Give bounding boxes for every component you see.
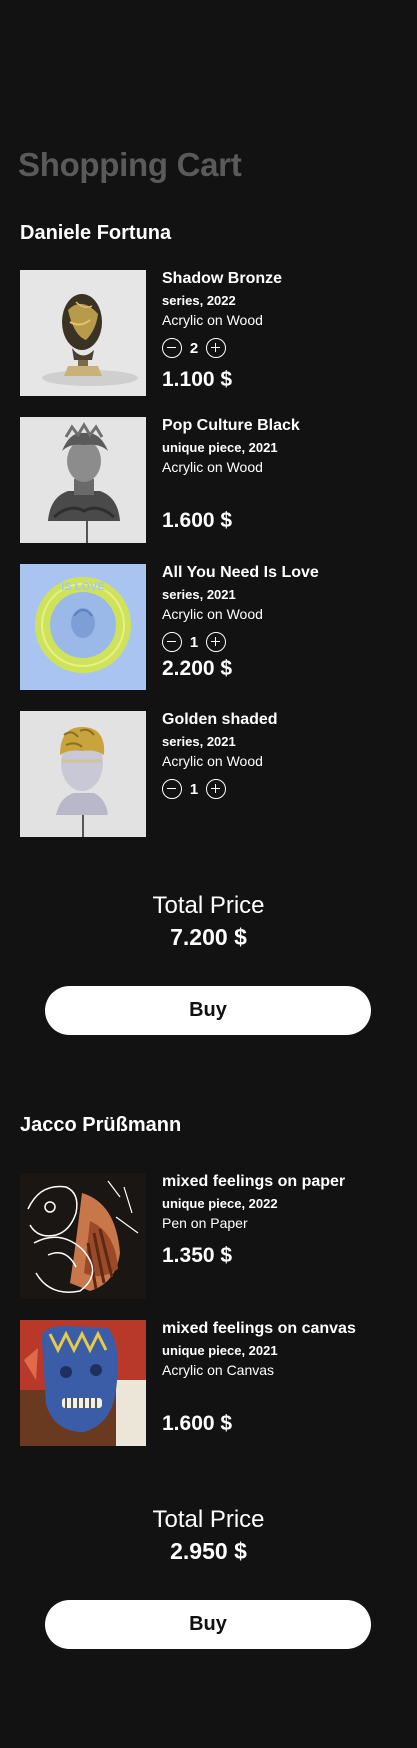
quantity-value: 1	[189, 633, 199, 651]
item-meta: unique piece, 2022	[162, 1196, 278, 1211]
item-medium: Acrylic on Wood	[162, 459, 263, 475]
cart-item: Golden shaded series, 2021 Acrylic on Wo…	[20, 711, 400, 838]
item-title: Pop Culture Black	[162, 417, 300, 434]
total-price-value: 2.950 $	[170, 1538, 247, 1564]
buy-button[interactable]: Buy	[45, 986, 371, 1035]
item-meta: series, 2021	[162, 587, 236, 602]
line-drawing-image[interactable]	[20, 1173, 146, 1299]
item-meta: series, 2022	[162, 293, 236, 308]
item-medium: Acrylic on Wood	[162, 606, 263, 622]
total-price-value: 7.200 $	[170, 924, 247, 950]
total-price-label: Total Price	[152, 1506, 265, 1533]
cart-item: mixed feelings on canvas unique piece, 2…	[20, 1320, 400, 1447]
cart-item: Pop Culture Black unique piece, 2021 Acr…	[20, 417, 400, 544]
item-medium: Acrylic on Canvas	[162, 1362, 275, 1378]
buy-button[interactable]: Buy	[45, 1600, 371, 1649]
quantity-stepper: 1	[162, 631, 226, 653]
svg-text:IS LOVE: IS LOVE	[61, 581, 104, 593]
item-price: 1.350 $	[162, 1244, 233, 1267]
quantity-stepper: 2	[162, 337, 226, 359]
item-title: Golden shaded	[162, 711, 278, 728]
love-medallion-image[interactable]: IS LOVE	[20, 564, 146, 690]
cart-item: Shadow Bronze series, 2022 Acrylic on Wo…	[20, 270, 400, 397]
item-price: 1.100 $	[162, 368, 233, 391]
item-price: 1.600 $	[162, 1412, 233, 1435]
artist-name: Daniele Fortuna	[20, 222, 172, 244]
item-meta: unique piece, 2021	[162, 440, 278, 455]
item-meta: series, 2021	[162, 734, 236, 749]
page-title: Shopping Cart	[18, 146, 242, 183]
item-medium: Acrylic on Wood	[162, 753, 263, 769]
item-title: Shadow Bronze	[162, 270, 283, 287]
increase-quantity-button[interactable]	[206, 338, 226, 358]
item-meta: unique piece, 2021	[162, 1343, 278, 1358]
golden-head-image[interactable]	[20, 711, 146, 837]
item-title: mixed feelings on canvas	[162, 1320, 356, 1337]
item-medium: Acrylic on Wood	[162, 312, 263, 328]
item-medium: Pen on Paper	[162, 1215, 248, 1231]
decrease-quantity-button[interactable]	[162, 338, 182, 358]
total-price-label: Total Price	[152, 892, 265, 919]
blue-face-painting-image[interactable]	[20, 1320, 146, 1446]
decrease-quantity-button[interactable]	[162, 632, 182, 652]
quantity-value: 1	[189, 780, 199, 798]
item-price: 2.200 $	[162, 657, 233, 680]
increase-quantity-button[interactable]	[206, 779, 226, 799]
item-title: All You Need Is Love	[162, 564, 319, 581]
cart-item: IS LOVE All You Need Is Love series, 202…	[20, 564, 400, 691]
quantity-value: 2	[189, 339, 199, 357]
item-price: 1.600 $	[162, 509, 233, 532]
cart-item: mixed feelings on paper unique piece, 20…	[20, 1173, 400, 1300]
increase-quantity-button[interactable]	[206, 632, 226, 652]
item-title: mixed feelings on paper	[162, 1173, 346, 1190]
bronze-bust-image[interactable]	[20, 270, 146, 396]
black-bust-image[interactable]	[20, 417, 146, 543]
artist-name: Jacco Prüßmann	[20, 1114, 182, 1136]
decrease-quantity-button[interactable]	[162, 779, 182, 799]
quantity-stepper: 1	[162, 778, 226, 800]
